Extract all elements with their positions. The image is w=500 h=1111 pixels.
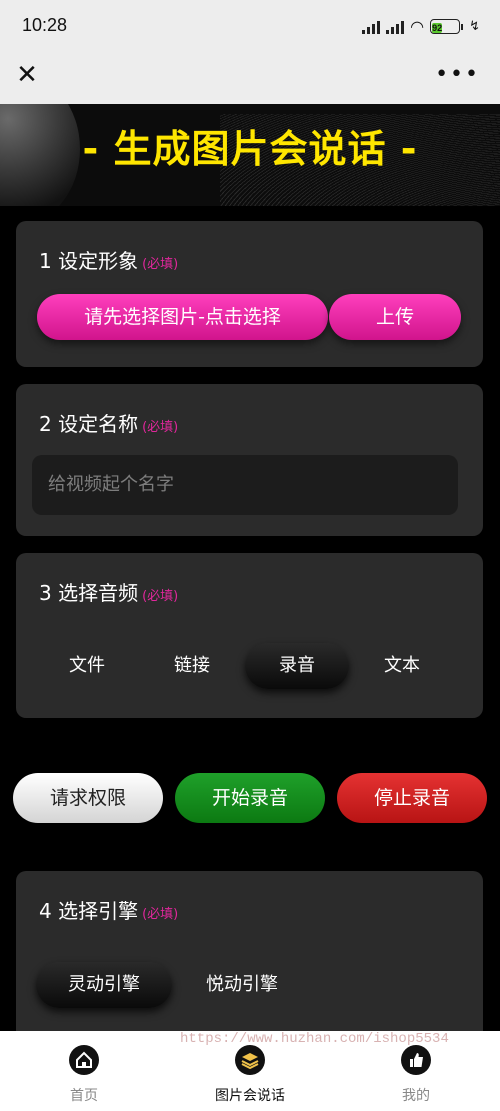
tabbar-label: 图片会说话 — [215, 1088, 285, 1104]
section-title-text: 3 选择音频 — [39, 581, 139, 605]
section-title: 1 设定形象 (必填) — [39, 245, 178, 274]
wifi-icon: ◠ — [410, 17, 425, 36]
upload-button[interactable]: 上传 — [329, 294, 461, 340]
section-title: 2 设定名称 (必填) — [39, 408, 178, 437]
home-icon — [69, 1045, 99, 1075]
signal-icon — [362, 20, 381, 34]
section-title: 4 选择引擎 (必填) — [39, 895, 178, 924]
battery-level: 92 — [432, 23, 443, 33]
required-label: (必填) — [142, 257, 179, 272]
section-set-name: 2 设定名称 (必填) 给视频起个名字 — [16, 384, 483, 536]
tab-link[interactable]: 链接 — [140, 643, 244, 689]
tabbar-label: 我的 — [402, 1088, 430, 1104]
section-title-text: 2 设定名称 — [39, 412, 139, 436]
video-name-input[interactable]: 给视频起个名字 — [32, 455, 458, 515]
close-icon[interactable]: ✕ — [14, 62, 40, 88]
watermark: https://www.huzhan.com/ishop5534 — [180, 1031, 449, 1047]
tabbar-item-mine[interactable]: 我的 — [356, 1045, 476, 1105]
section-title-text: 1 设定形象 — [39, 249, 139, 273]
section-title: 3 选择音频 (必填) — [39, 577, 178, 606]
tabbar-item-home[interactable]: 首页 — [24, 1045, 144, 1105]
more-icon[interactable]: ••• — [435, 62, 480, 87]
request-permission-button[interactable]: 请求权限 — [13, 773, 163, 823]
stop-recording-button[interactable]: 停止录音 — [337, 773, 487, 823]
select-image-button[interactable]: 请先选择图片-点击选择 — [37, 294, 328, 340]
required-label: (必填) — [142, 420, 179, 435]
banner-title: - 生成图片会说话 - — [82, 127, 418, 171]
tabbar-item-talking-photo[interactable]: 图片会说话 — [190, 1045, 310, 1105]
thumbs-up-icon — [401, 1045, 431, 1075]
nav-bar: ✕ ••• — [0, 52, 500, 104]
banner: - 生成图片会说话 - — [0, 104, 500, 206]
charging-icon: ↯ — [469, 19, 480, 34]
section-title-text: 4 选择引擎 — [39, 899, 139, 923]
tab-text[interactable]: 文本 — [350, 643, 454, 689]
status-time: 10:28 — [22, 15, 68, 35]
status-bar: 10:28 ◠ 92 ↯ — [0, 0, 500, 52]
layers-icon — [235, 1045, 265, 1075]
engine-option-yuedong[interactable]: 悦动引擎 — [174, 962, 310, 1008]
signal-icon-2 — [386, 20, 405, 34]
section-set-image: 1 设定形象 (必填) 请先选择图片-点击选择 上传 — [16, 221, 483, 367]
status-icons: ◠ 92 ↯ — [362, 17, 480, 36]
battery-icon: 92 — [430, 19, 464, 34]
tabbar-label: 首页 — [70, 1088, 98, 1104]
engine-option-lingdong[interactable]: 灵动引擎 — [36, 962, 172, 1008]
required-label: (必填) — [142, 907, 179, 922]
tab-record[interactable]: 录音 — [245, 643, 349, 689]
tab-file[interactable]: 文件 — [35, 643, 139, 689]
start-recording-button[interactable]: 开始录音 — [175, 773, 325, 823]
section-select-audio: 3 选择音频 (必填) 文件 链接 录音 文本 — [16, 553, 483, 718]
required-label: (必填) — [142, 589, 179, 604]
